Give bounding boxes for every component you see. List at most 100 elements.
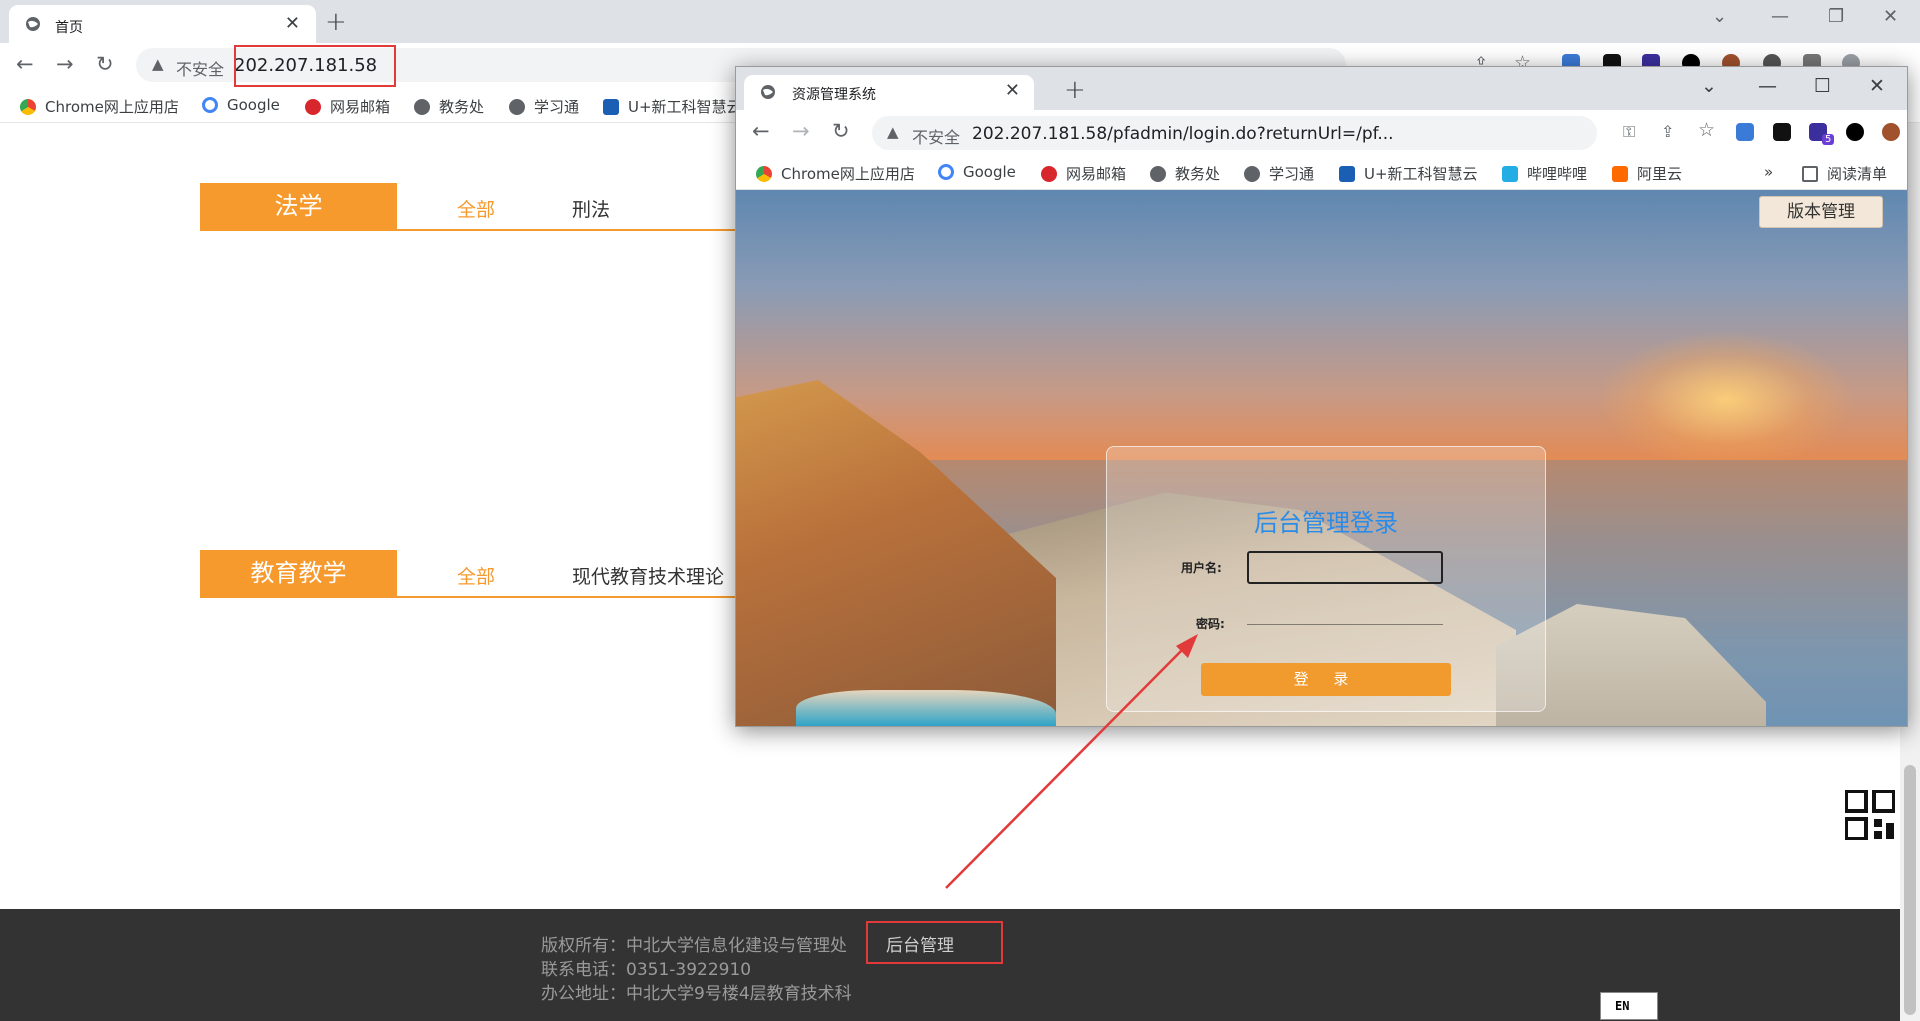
u-plus-icon [1339, 166, 1355, 182]
section-title[interactable]: 教育教学 [200, 550, 397, 597]
minimize-icon[interactable]: — [1771, 6, 1789, 27]
warning-icon: ▲ [152, 55, 164, 73]
popup-address-bar[interactable]: ▲ 不安全 202.207.181.58/pfadmin/login.do?re… [872, 116, 1597, 150]
minimize-icon[interactable]: — [1758, 75, 1777, 97]
share-icon[interactable]: ⇪ [1661, 122, 1674, 141]
extension-icon[interactable] [1846, 123, 1864, 141]
url-highlight-box [234, 45, 396, 87]
globe-icon [1244, 166, 1260, 182]
version-management-button[interactable]: 版本管理 [1759, 196, 1883, 228]
reload-icon[interactable]: ↻ [832, 119, 850, 143]
scrollbar-thumb[interactable] [1904, 765, 1916, 1015]
login-button[interactable]: 登 录 [1201, 663, 1451, 696]
restore-icon[interactable]: ❐ [1828, 6, 1844, 27]
globe-icon [761, 85, 775, 99]
bookmark-item[interactable]: 网易邮箱 [1041, 163, 1126, 184]
reload-icon[interactable]: ↻ [96, 52, 114, 76]
password-input[interactable] [1247, 601, 1443, 625]
bookmark-item[interactable]: 学习通 [1244, 163, 1314, 184]
close-window-icon[interactable]: ✕ [1869, 75, 1885, 97]
footer-phone: 联系电话：0351-3922910 [541, 960, 752, 980]
password-label: 密码: [1196, 617, 1225, 631]
close-window-icon[interactable]: ✕ [1883, 6, 1898, 27]
login-title: 后台管理登录 [1254, 509, 1398, 537]
cookie-icon[interactable] [1882, 123, 1900, 141]
bookmark-item[interactable]: 教务处 [414, 96, 484, 117]
bookmark-label: U+新工科智慧云 [628, 98, 742, 116]
beach-image [796, 690, 1056, 726]
bookmark-label: 教务处 [439, 98, 485, 116]
section-title[interactable]: 法学 [200, 183, 397, 230]
reading-list[interactable]: 阅读清单 [1802, 163, 1887, 184]
section-tab[interactable]: 现代教育技术理论 [572, 562, 724, 589]
popup-bookmarks-bar: Chrome网上应用店 Google 网易邮箱 教务处 学习通 U+新工科智慧云… [736, 154, 1907, 190]
key-icon[interactable]: ⚿ [1623, 122, 1635, 142]
reading-list-icon [1802, 166, 1818, 182]
back-icon[interactable]: ← [16, 52, 34, 76]
reading-list-label: 阅读清单 [1827, 165, 1888, 183]
qr-code-icon[interactable] [1845, 790, 1895, 840]
maximize-icon[interactable]: ☐ [1814, 75, 1831, 97]
login-panel: 后台管理登录 用户名: 密码: 登 录 [1106, 446, 1546, 712]
username-input[interactable] [1247, 551, 1443, 584]
sunset-glow [1596, 330, 1856, 470]
new-tab-button[interactable]: + [325, 7, 347, 37]
chrome-webstore-icon [20, 99, 36, 115]
globe-icon [1150, 166, 1166, 182]
bookmark-label: 网易邮箱 [330, 98, 391, 116]
outer-tab-home[interactable]: 首页 ✕ [9, 5, 316, 43]
warning-icon: ▲ [887, 123, 899, 141]
outer-tab-title: 首页 [55, 20, 83, 36]
popup-tab[interactable]: 资源管理系统 ✕ [744, 75, 1034, 110]
chevron-down-icon[interactable]: ⌄ [1701, 75, 1717, 97]
bookmark-item[interactable]: Google [938, 163, 1016, 181]
netease-mail-icon [305, 99, 321, 115]
bookmark-label: 哔哩哔哩 [1527, 165, 1588, 183]
bookmark-item[interactable]: U+新工科智慧云 [603, 96, 742, 117]
bookmark-label: U+新工科智慧云 [1364, 165, 1478, 183]
bookmark-label: Chrome网上应用店 [45, 98, 179, 116]
bookmark-item[interactable]: 网易邮箱 [305, 96, 390, 117]
bookmark-label: 阿里云 [1637, 165, 1683, 183]
globe-icon [509, 99, 525, 115]
username-label: 用户名: [1181, 561, 1222, 575]
section-tab[interactable]: 刑法 [572, 195, 610, 222]
chevron-down-icon[interactable]: ⌄ [1712, 6, 1727, 27]
chrome-webstore-icon [756, 166, 772, 182]
google-icon [938, 164, 954, 180]
back-icon[interactable]: ← [752, 119, 770, 143]
bookmarks-overflow-icon[interactable]: » [1764, 163, 1773, 181]
bookmark-star-icon[interactable]: ☆ [1698, 119, 1715, 141]
bookmark-item[interactable]: Google [202, 96, 280, 114]
extension-icon[interactable] [1736, 123, 1754, 141]
bookmark-item[interactable]: Chrome网上应用店 [20, 96, 179, 117]
security-label: 不安全 [176, 60, 225, 79]
forward-icon[interactable]: → [792, 119, 810, 143]
bookmark-item[interactable]: Chrome网上应用店 [756, 163, 915, 184]
popup-url[interactable]: 202.207.181.58/pfadmin/login.do?returnUr… [972, 124, 1394, 144]
section-tab-all[interactable]: 全部 [457, 195, 495, 222]
new-tab-button[interactable]: + [1064, 75, 1086, 105]
close-tab-icon[interactable]: ✕ [1005, 80, 1020, 101]
ime-indicator[interactable]: EN [1600, 992, 1658, 1020]
bookmark-item[interactable]: U+新工科智慧云 [1339, 163, 1478, 184]
security-label: 不安全 [912, 128, 961, 147]
bookmark-label: 学习通 [1269, 165, 1315, 183]
bookmark-item[interactable]: 学习通 [509, 96, 579, 117]
bookmark-label: 教务处 [1175, 165, 1221, 183]
outer-tab-strip: 首页 ✕ + ⌄ — ❐ ✕ [0, 0, 1920, 43]
bookmark-label: 学习通 [534, 98, 580, 116]
close-tab-icon[interactable]: ✕ [285, 13, 300, 34]
bookmark-item[interactable]: 阿里云 [1612, 163, 1682, 184]
popup-tab-title: 资源管理系统 [792, 87, 876, 103]
extension-icon[interactable] [1773, 123, 1791, 141]
u-plus-icon [603, 99, 619, 115]
admin-highlight-box [866, 921, 1003, 964]
popup-browser-window: 资源管理系统 ✕ + ⌄ — ☐ ✕ ← → ↻ ▲ 不安全 202.207.1… [735, 66, 1908, 727]
forward-icon[interactable]: → [56, 52, 74, 76]
bookmark-item[interactable]: 教务处 [1150, 163, 1220, 184]
footer-address: 办公地址：中北大学9号楼4层教育技术科 [541, 984, 852, 1004]
section-tab-all[interactable]: 全部 [457, 562, 495, 589]
bookmark-item[interactable]: 哔哩哔哩 [1502, 163, 1587, 184]
screen: 首页 ✕ + ⌄ — ❐ ✕ ← → ↻ ▲ 不安全 202.207.181.5… [0, 0, 1920, 1021]
